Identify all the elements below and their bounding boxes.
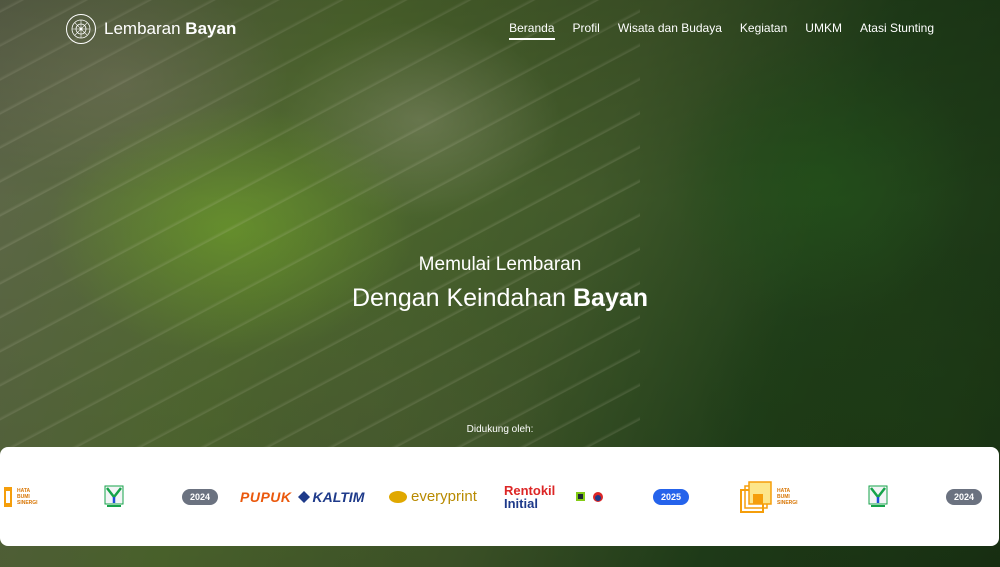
sponsor-hata-bumi-sinergi-2: HATA BUMI SINERGI: [739, 447, 798, 546]
rentokil-wordmark: Rentokil: [504, 482, 556, 498]
sponsor-kkn-1: [104, 447, 124, 546]
nav-wisata-dan-budaya[interactable]: Wisata dan Budaya: [618, 21, 722, 40]
brand-link[interactable]: Lembaran Bayan: [66, 14, 236, 44]
sponsor-everyprint: everyprint: [389, 447, 477, 546]
mandala-logo-icon: [66, 14, 96, 44]
hata-line-3: SINERGI: [777, 499, 798, 506]
hero-title: Dengan Keindahan Bayan: [351, 284, 649, 312]
sponsor-strip: HATA BUMI SINERGI 2024 PUPUK KALTIM ever…: [0, 447, 999, 546]
brand-name: Lembaran Bayan: [104, 19, 237, 38]
kaltim-diamond-icon: [297, 490, 310, 503]
year-badge: 2025: [653, 488, 690, 505]
nav-beranda[interactable]: Beranda: [509, 21, 555, 40]
sponsor-year-2024-b: 2024: [946, 447, 983, 546]
sponsor-kkn-2: [868, 447, 888, 546]
everyprint-blob-icon: [389, 490, 407, 503]
sponsor-year-2025: 2025: [653, 447, 690, 546]
sponsor-hata-bumi-sinergi: HATA BUMI SINERGI: [4, 447, 38, 546]
sponsor-pupuk-kaltim: PUPUK KALTIM: [240, 447, 364, 546]
year-badge: 2024: [182, 488, 219, 505]
pupuk-wordmark: PUPUK: [240, 488, 292, 505]
sponsor-year-2024-a: 2024: [182, 447, 219, 546]
main-nav: Beranda Profil Wisata dan Budaya Kegiata…: [509, 21, 934, 40]
year-badge: 2024: [946, 488, 983, 505]
kkn-emblem-icon: [868, 485, 888, 507]
hata-emblem-icon: [4, 486, 12, 507]
sponsor-rentokil-initial: Rentokil Initial: [504, 447, 555, 546]
hata-line-3: SINERGI: [17, 499, 38, 506]
nav-kegiatan[interactable]: Kegiatan: [740, 21, 787, 40]
sponsor-small-logos: [576, 447, 606, 546]
initial-wordmark: Initial: [504, 495, 538, 511]
hata-stacked-emblem-icon: [740, 480, 772, 513]
kkn-emblem-icon: [104, 485, 124, 507]
hero-subtitle: Memulai Lembaran: [418, 254, 582, 275]
nav-profil[interactable]: Profil: [573, 21, 600, 40]
kaltim-wordmark: KALTIM: [297, 489, 364, 505]
nav-atasi-stunting[interactable]: Atasi Stunting: [860, 21, 934, 40]
nav-umkm[interactable]: UMKM: [805, 21, 842, 40]
navbar: Lembaran Bayan Beranda Profil Wisata dan…: [0, 0, 1000, 60]
supported-by-label: Didukung oleh:: [466, 424, 534, 435]
everyprint-wordmark: everyprint: [411, 488, 477, 505]
partner-logos-icon: [576, 491, 603, 502]
